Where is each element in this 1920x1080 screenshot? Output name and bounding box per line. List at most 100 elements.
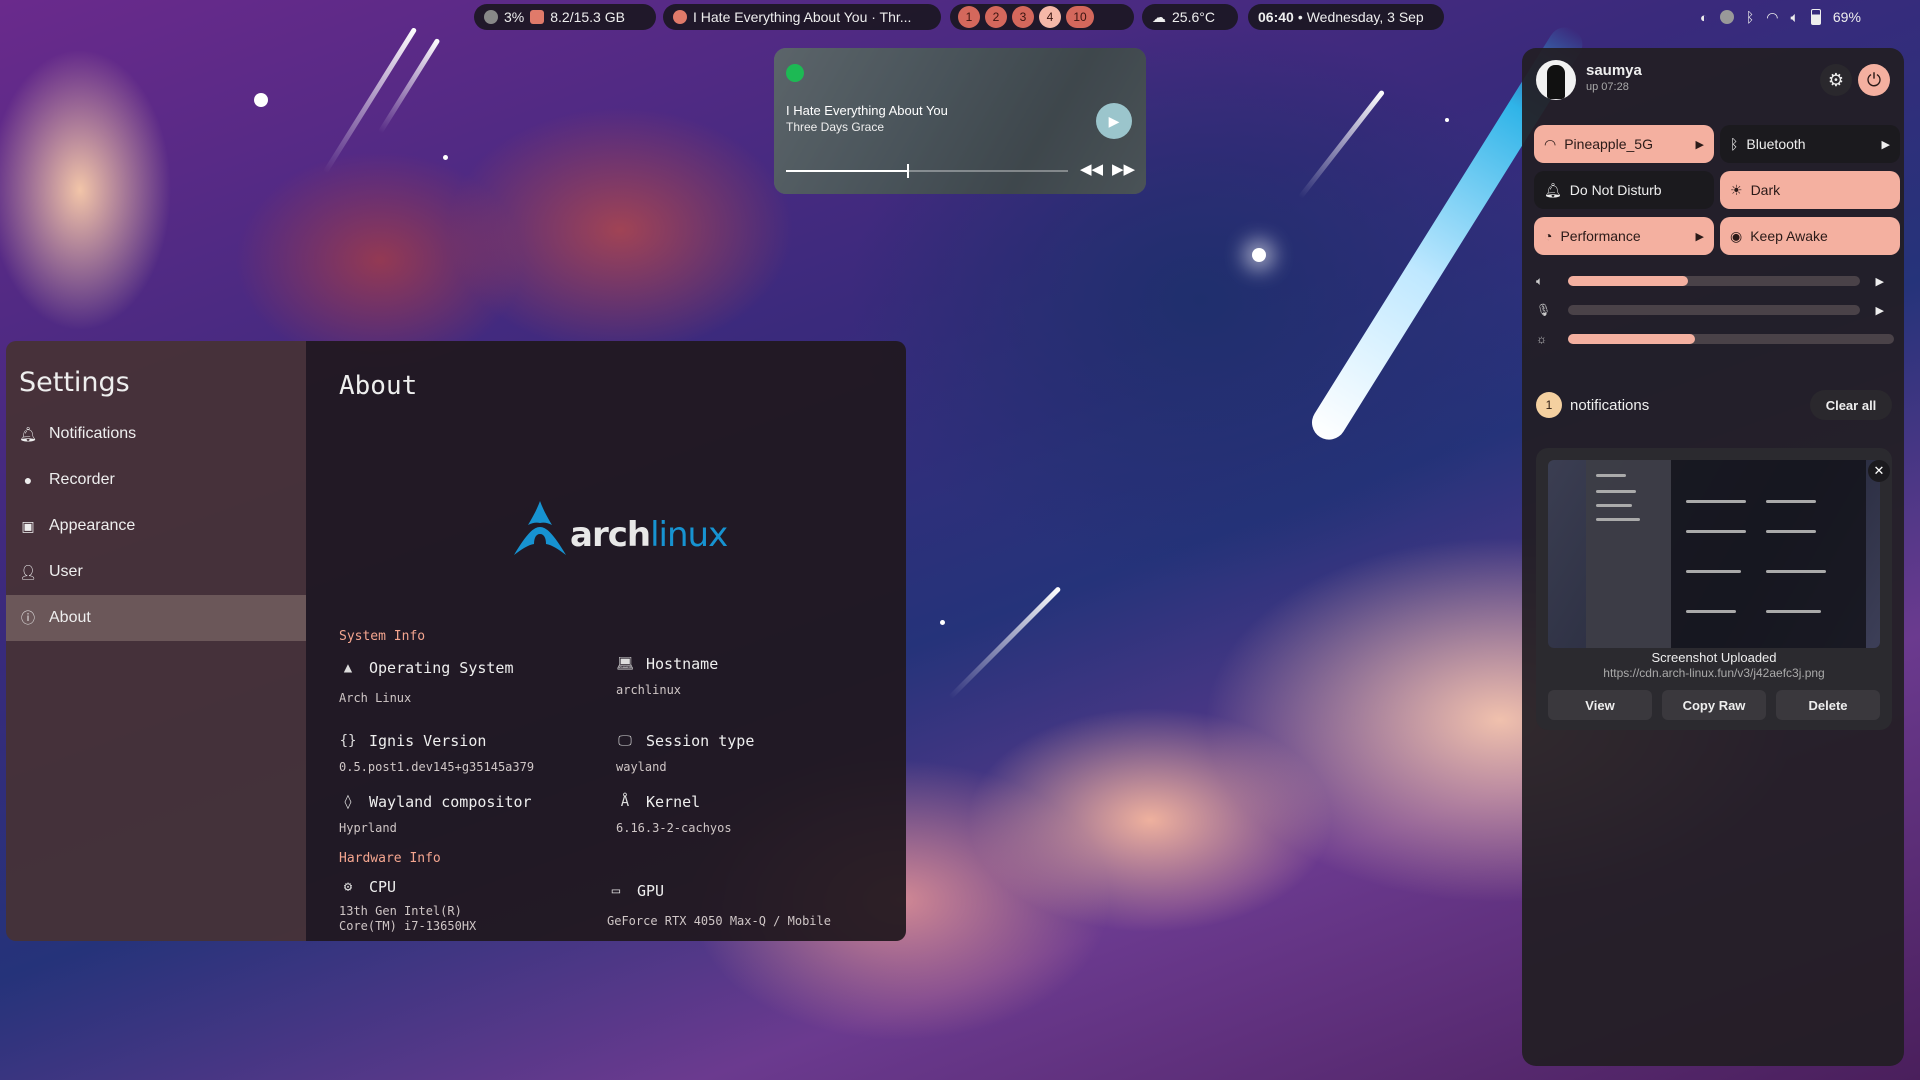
sidebar-item-about[interactable]: ⓘ About [6,595,306,641]
weather-widget[interactable]: ☁ 25.6°C [1142,4,1238,30]
info-value: Core(TM) i7-13650HX [339,919,477,933]
sidebar-item-recorder[interactable]: ● Recorder [6,457,306,503]
track-title: I Hate Everything About You [786,103,948,118]
chevron-right-icon[interactable]: ▶ [1876,304,1884,317]
info-hostname: 💻︎ Hostname archlinux [616,655,718,698]
eye-icon: ◉ [1730,227,1743,244]
volume-icon[interactable]: 🔈︎ [1790,9,1798,26]
tile-performance[interactable]: ◔ Performance ▶ [1534,217,1714,255]
music-icon [673,10,687,24]
now-playing-text: I Hate Everything About You · Thr... [693,9,912,25]
tile-label: Pineapple_5G [1564,136,1653,152]
progress-fill [786,170,908,172]
info-label: Hostname [646,655,719,673]
cpu-icon: ⚙ [343,879,353,895]
now-playing-widget[interactable]: I Hate Everything About You · Thr... [663,4,941,30]
workspace-button[interactable]: 3 [1012,6,1034,28]
tile-label: Do Not Disturb [1569,182,1662,198]
wallpaper-streak [1298,89,1386,200]
mic-muted-icon: 🎙︎ [1536,303,1552,317]
steam-icon[interactable] [1719,10,1734,24]
screenshot-thumbnail[interactable] [1548,460,1880,648]
tile-keep-awake[interactable]: ◉ Keep Awake [1720,217,1900,255]
brightness-slider[interactable] [1568,334,1894,344]
workspace-button[interactable]: 2 [985,6,1007,28]
gpu-icon: ▭ [611,883,621,899]
info-label: Ignis Version [369,732,487,750]
play-button[interactable]: ▶ [1096,103,1132,139]
chevron-right-icon[interactable]: ▶ [1696,230,1704,243]
info-value: 0.5.post1.dev145+g35145a379 [339,760,535,774]
temperature: 25.6°C [1172,9,1215,25]
about-page: About archlinux System Info ▲ Operating S… [306,341,906,941]
view-button[interactable]: View [1548,690,1652,720]
tile-label: Keep Awake [1750,228,1828,244]
tile-label: Performance [1560,228,1641,244]
cpu-usage: 3% [504,9,525,25]
copy-raw-button[interactable]: Copy Raw [1662,690,1766,720]
info-label: Kernel [646,793,701,811]
bluetooth-icon[interactable]: ᛒ [1746,9,1754,25]
tux-icon: Å [620,794,630,810]
volume-slider[interactable] [1568,276,1860,286]
workspace-button-active[interactable]: 4 [1039,6,1061,28]
info-ignis: {} Ignis Version 0.5.post1.dev145+g35145a… [339,732,534,775]
tile-dark-mode[interactable]: ☀ Dark [1720,171,1900,209]
info-kernel: Å Kernel 6.16.3-2-cachyos [616,793,732,836]
sidebar-item-appearance[interactable]: ▣ Appearance [6,503,306,549]
mic-slider[interactable] [1568,305,1860,315]
page-title: About [339,371,418,401]
user-icon: 👤︎ [19,563,37,580]
info-os: ▲ Operating System Arch Linux [339,659,514,706]
battery-icon [1810,9,1821,25]
info-icon: ⓘ [21,610,35,626]
power-button[interactable]: ⏻ [1858,64,1890,96]
bluetooth-icon: ᛒ [1730,136,1739,152]
chevron-right-icon[interactable]: ▶ [1876,275,1884,288]
hardware-info-heading: Hardware Info [339,851,441,866]
wallpaper-streak [948,586,1062,700]
settings-gear-button[interactable]: ⚙ [1820,64,1852,96]
sidebar-item-notifications[interactable]: 🔔︎ Notifications [6,411,306,457]
wallpaper-star [443,155,448,160]
info-value: GeForce RTX 4050 Max-Q / Mobile [607,914,831,928]
info-label: Session type [646,732,755,750]
tile-do-not-disturb[interactable]: 🔔︎ Do Not Disturb [1534,171,1714,209]
system-monitor[interactable]: 3% 8.2/15.3 GB [474,4,656,30]
avatar [1536,60,1576,100]
delete-button[interactable]: Delete [1776,690,1880,720]
wifi-icon[interactable]: ◠ [1766,9,1778,26]
notifications-heading: notifications [1570,397,1650,414]
tile-bluetooth[interactable]: ᛒ Bluetooth ▶ [1720,125,1900,163]
clear-all-button[interactable]: Clear all [1810,390,1892,420]
info-label: Operating System [369,659,514,677]
next-button[interactable]: ▶▶ [1112,160,1135,178]
workspace-button[interactable]: 10 [1066,6,1094,28]
close-icon[interactable]: ✕ [1868,460,1890,482]
brightness-slider-row: ☼ [1536,330,1894,348]
cloud-icon: ☁ [1152,8,1166,25]
bell-icon: 🔔︎ [1544,181,1562,198]
sidebar-item-user[interactable]: 👤︎ User [6,549,306,595]
ram-usage: 8.2/15.3 GB [550,9,625,25]
battery-level: 69% [1832,9,1861,25]
system-info-heading: System Info [339,629,426,644]
previous-button[interactable]: ◀◀ [1080,160,1103,178]
tile-wifi[interactable]: ◠ Pineapple_5G ▶ [1534,125,1714,163]
clock-widget[interactable]: 06:40 • Wednesday, 3 Sep [1248,4,1444,30]
progress-handle[interactable] [907,164,910,178]
control-center: saumya up 07:28 ⚙ ⏻ ◠ Pineapple_5G ▶ ᛒ B… [1522,48,1904,1066]
slider-fill [1568,334,1696,344]
settings-sidebar: Settings 🔔︎ Notifications ● Recorder ▣ A… [6,341,306,941]
bell-icon: 🔔︎ [19,425,37,442]
chevron-right-icon[interactable]: ▶ [1882,138,1890,151]
progress-bar[interactable] [786,164,1068,178]
workspace-button[interactable]: 1 [958,6,980,28]
chevron-right-icon[interactable]: ▶ [1696,138,1704,151]
username: saumya [1586,62,1642,79]
sun-icon: ☀ [1730,181,1743,198]
discord-icon[interactable]: ◐ [1700,10,1708,25]
settings-title: Settings [19,367,130,398]
arch-logo-icon [514,501,566,555]
notification-title: Screenshot Uploaded [1651,650,1777,665]
